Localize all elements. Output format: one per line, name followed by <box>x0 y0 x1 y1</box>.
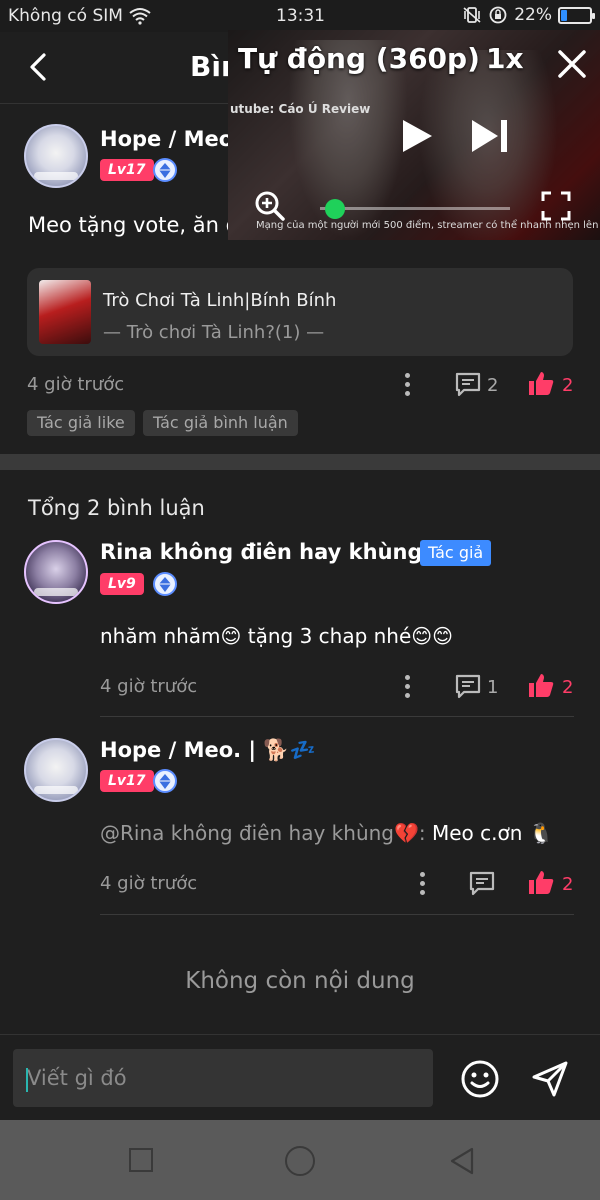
comment-icon[interactable] <box>454 371 482 397</box>
comment-text: nhăm nhăm😊 tặng 3 chap nhé😊😊 <box>100 624 453 648</box>
like-icon[interactable] <box>527 370 555 396</box>
like-icon[interactable] <box>527 869 555 895</box>
send-icon[interactable] <box>530 1059 570 1099</box>
post-author-name[interactable]: Hope / Meo. <box>100 127 241 151</box>
level-badge: Lv17 <box>100 159 154 181</box>
wifi-icon <box>129 8 151 25</box>
post-time: 4 giờ trước <box>27 374 125 395</box>
battery-percent: 22% <box>514 5 552 25</box>
mention-link[interactable]: @Rina không điên hay khùng💔: <box>100 821 426 845</box>
system-nav-bar <box>0 1120 600 1200</box>
reply-icon[interactable] <box>454 673 482 699</box>
avatar[interactable] <box>24 540 88 604</box>
like-count: 2 <box>562 874 574 895</box>
comments-total: Tổng 2 bình luận <box>28 496 205 520</box>
like-icon[interactable] <box>527 672 555 698</box>
emoji-icon[interactable] <box>460 1059 500 1099</box>
tag-author-comment: Tác giả bình luận <box>143 410 298 436</box>
more-options-icon[interactable] <box>420 872 426 896</box>
next-track-icon[interactable] <box>468 116 512 156</box>
section-divider <box>0 454 600 470</box>
comment-body: Meo c.ơn 🐧 <box>425 821 554 845</box>
progress-track[interactable] <box>320 207 510 210</box>
quality-selector[interactable]: Tự động (360p) <box>238 42 480 75</box>
play-icon[interactable] <box>400 118 434 154</box>
carrier-label: Không có SIM <box>8 6 123 26</box>
close-icon[interactable] <box>556 48 588 80</box>
comment-time: 4 giờ trước <box>100 676 198 697</box>
progress-handle[interactable] <box>324 199 345 219</box>
comment-time: 4 giờ trước <box>100 873 198 894</box>
status-bar: Không có SIM 13:31 22% <box>0 0 600 32</box>
comment-author-name[interactable]: Hope / Meo. | 🐕💤 <box>100 738 316 763</box>
rotation-lock-icon <box>489 6 507 24</box>
recent-apps-icon[interactable] <box>129 1148 153 1172</box>
story-thumbnail <box>39 280 91 344</box>
fullscreen-icon[interactable] <box>540 190 572 222</box>
gem-badge-icon <box>153 158 177 182</box>
story-chapter: — Trò chơi Tà Linh?(1) — <box>103 322 325 343</box>
avatar[interactable] <box>24 738 88 802</box>
video-watermark: utube: Cáo Ú Review <box>230 102 371 116</box>
story-title: Trò Chơi Tà Linh|Bính Bính <box>103 290 337 311</box>
floating-video-player[interactable]: Tự động (360p) 1x utube: Cáo Ú Review Mạ… <box>228 30 600 240</box>
comment-divider <box>100 914 574 915</box>
comment-input[interactable] <box>13 1049 433 1107</box>
home-icon[interactable] <box>285 1146 315 1176</box>
video-subtitle: Mạng của một người mới 500 điểm, streame… <box>256 220 600 231</box>
avatar[interactable] <box>24 124 88 188</box>
gem-badge-icon <box>153 572 177 596</box>
comment-divider <box>100 716 574 717</box>
vibrate-icon <box>463 7 481 23</box>
more-options-icon[interactable] <box>405 373 411 397</box>
comment-count: 2 <box>487 375 499 396</box>
zoom-in-icon[interactable] <box>254 190 286 222</box>
end-of-content-label: Không còn nội dung <box>185 968 415 994</box>
text-caret <box>26 1068 28 1092</box>
page-title: Bình luận <box>190 50 230 83</box>
author-badge: Tác giả <box>420 540 492 566</box>
more-options-icon[interactable] <box>405 675 411 699</box>
clock: 13:31 <box>276 6 325 26</box>
gem-badge-icon <box>153 769 177 793</box>
comment-author-name[interactable]: Rina không điên hay khùng💔 <box>100 540 449 565</box>
battery-icon <box>558 6 595 24</box>
level-badge: Lv9 <box>100 573 144 595</box>
back-arrow-icon[interactable] <box>24 52 52 82</box>
reply-count: 1 <box>487 677 499 698</box>
speed-selector[interactable]: 1x <box>486 42 524 75</box>
like-count: 2 <box>562 375 574 396</box>
comment-text: @Rina không điên hay khùng💔: Meo c.ơn 🐧 <box>100 821 554 845</box>
linked-story-card[interactable]: Trò Chơi Tà Linh|Bính Bính — Trò chơi Tà… <box>27 268 573 356</box>
post-text: Meo tặng vote, ăn đ <box>28 213 239 237</box>
level-badge: Lv17 <box>100 770 154 792</box>
reply-icon[interactable] <box>468 870 496 896</box>
comment-input-bar <box>0 1034 600 1120</box>
tag-author-like: Tác giả like <box>27 410 135 436</box>
system-back-icon[interactable] <box>448 1146 476 1176</box>
like-count: 2 <box>562 677 574 698</box>
